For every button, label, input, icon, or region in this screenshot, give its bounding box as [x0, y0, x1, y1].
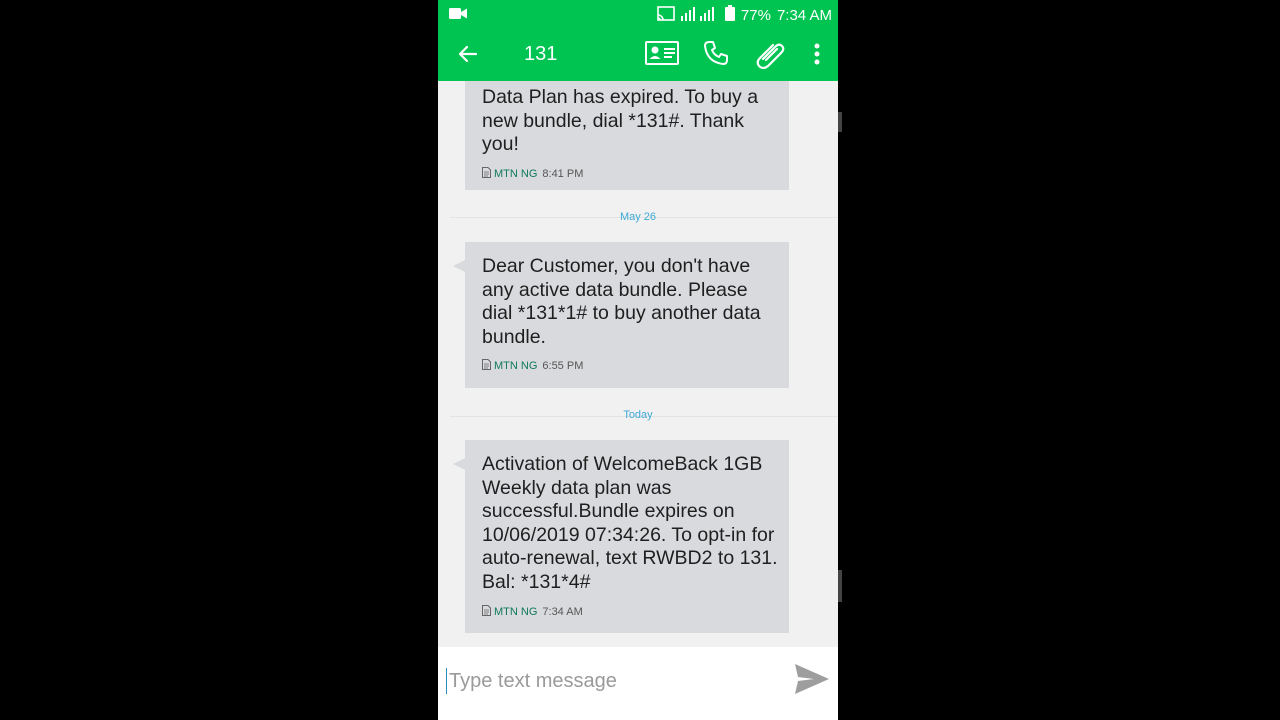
conversation-title: 131: [524, 43, 558, 65]
message-meta: MTN NG 7:34 AM: [482, 604, 779, 619]
bubble-tail: [453, 458, 465, 470]
clock: 7:34 AM: [776, 6, 832, 24]
sim-doc-icon: [482, 359, 491, 373]
date-separator: May 26: [619, 211, 657, 223]
battery-icon: [724, 5, 735, 25]
message-time: 6:55 PM: [542, 360, 584, 373]
phone-screen: 77% 7:34 AM 131 Data Plan has expired. T…: [438, 0, 838, 720]
more-vert-icon[interactable]: [813, 42, 821, 71]
message-bubble[interactable]: Activation of WelcomeBack 1GB Weekly dat…: [453, 440, 789, 633]
message-time: 8:41 PM: [542, 167, 584, 180]
message-bubble[interactable]: Dear Customer, you don't have any active…: [453, 242, 789, 388]
message-time: 7:34 AM: [542, 605, 583, 618]
contact-card-icon[interactable]: [645, 39, 679, 72]
date-separator: Today: [623, 409, 653, 421]
sim-label: MTN NG: [494, 605, 538, 618]
scrollbar-mark: [838, 570, 842, 602]
message-text: Dear Customer, you don't have any active…: [482, 255, 761, 348]
message-bubble[interactable]: Data Plan has expired. To buy a new bund…: [465, 81, 789, 190]
message-text: Data Plan has expired. To buy a new bund…: [482, 86, 759, 156]
status-bar: 77% 7:34 AM: [438, 0, 838, 28]
message-input[interactable]: [446, 668, 779, 694]
message-thread[interactable]: Data Plan has expired. To buy a new bund…: [438, 81, 838, 647]
video-camera-icon: [449, 7, 468, 25]
send-icon[interactable]: [794, 662, 830, 701]
back-arrow-icon[interactable]: [456, 42, 480, 71]
message-composer: [438, 647, 838, 720]
sim-doc-icon: [482, 604, 491, 619]
app-bar: 131: [438, 28, 838, 81]
battery-percent: 77%: [740, 6, 771, 24]
cast-icon: [657, 5, 675, 25]
sim-label: MTN NG: [494, 167, 538, 180]
message-meta: MTN NG 8:41 PM: [482, 166, 779, 181]
scrollbar-mark: [838, 112, 842, 132]
message-text: Activation of WelcomeBack 1GB Weekly dat…: [482, 453, 778, 593]
sim-label: MTN NG: [494, 360, 538, 373]
sim-doc-icon: [482, 166, 491, 181]
signal-icon: [680, 6, 719, 25]
phone-icon[interactable]: [702, 39, 730, 72]
paperclip-icon[interactable]: [755, 39, 785, 74]
message-meta: MTN NG 6:55 PM: [482, 359, 779, 373]
bubble-tail: [453, 260, 465, 272]
status-right: 77% 7:34 AM: [657, 5, 832, 25]
